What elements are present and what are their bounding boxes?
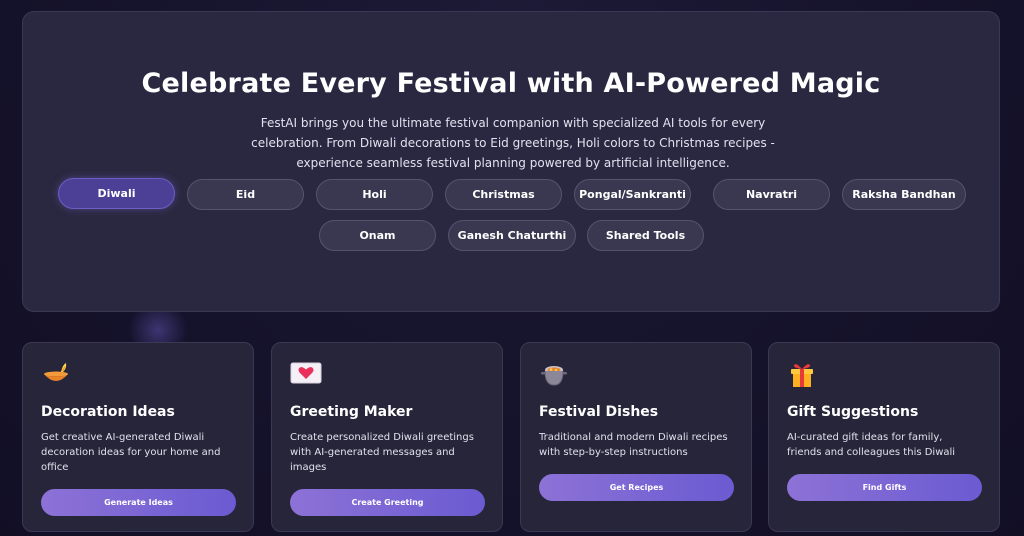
card-description-line: friends and colleagues this Diwali [787,447,956,458]
card-description: AI-curated gift ideas for family, friend… [787,430,985,460]
hero-title: Celebrate Every Festival with AI-Powered… [141,68,881,99]
tab-eid[interactable]: Eid [187,179,304,210]
create-greeting-button[interactable]: Create Greeting [290,489,485,516]
card-title: Decoration Ideas [41,404,175,420]
hero-description-line: FestAI brings you the ultimate festival … [260,116,766,130]
card-description-line: images [290,462,327,473]
gift-box-icon [787,361,819,391]
hero-description: FestAI brings you the ultimate festival … [228,113,798,173]
hero-description-line: celebration. From Diwali decorations to … [251,136,775,150]
card-description-line: with step-by-step instructions [539,447,688,458]
find-gifts-button[interactable]: Find Gifts [787,474,982,501]
tab-pongal-sankranti[interactable]: Pongal/Sankranti [574,179,691,210]
card-description-line: Get creative AI-generated Diwali [41,432,205,443]
card-title: Festival Dishes [539,404,659,420]
card-description: Create personalized Diwali greetings wit… [290,430,488,475]
feature-card-greeting-maker: Greeting Maker Create personalized Diwal… [271,342,503,532]
cooking-pot-icon [539,361,571,391]
hero-description-line: experience seamless festival planning po… [296,156,730,170]
tab-shared-tools[interactable]: Shared Tools [587,220,704,251]
feature-card-festival-dishes: Festival Dishes Traditional and modern D… [520,342,752,532]
card-description-line: Traditional and modern Diwali recipes [539,432,728,443]
feature-card-gift-suggestions: Gift Suggestions AI-curated gift ideas f… [768,342,1000,532]
tab-raksha-bandhan[interactable]: Raksha Bandhan [842,179,966,210]
diya-lamp-icon [41,361,73,391]
card-title: Greeting Maker [290,404,413,420]
get-recipes-button[interactable]: Get Recipes [539,474,734,501]
card-description-line: Create personalized Diwali greetings [290,432,474,443]
tab-onam[interactable]: Onam [319,220,436,251]
card-description-line: decoration ideas for your home and [41,447,221,458]
heart-greeting-card-icon [290,361,322,391]
feature-card-decoration-ideas: Decoration Ideas Get creative AI-generat… [22,342,254,532]
card-description: Get creative AI-generated Diwali decorat… [41,430,239,475]
generate-ideas-button[interactable]: Generate Ideas [41,489,236,516]
tab-ganesh-chaturthi[interactable]: Ganesh Chaturthi [448,220,576,251]
hero-panel: Celebrate Every Festival with AI-Powered… [22,11,1000,312]
card-description-line: AI-curated gift ideas for family, [787,432,943,443]
tab-christmas[interactable]: Christmas [445,179,562,210]
card-description-line: with AI-generated messages and [290,447,455,458]
card-title: Gift Suggestions [787,404,919,420]
card-description-line: office [41,462,69,473]
page: Celebrate Every Festival with AI-Powered… [0,0,1024,536]
card-description: Traditional and modern Diwali recipes wi… [539,430,737,460]
tab-navratri[interactable]: Navratri [713,179,830,210]
tab-diwali[interactable]: Diwali [58,178,175,209]
tab-holi[interactable]: Holi [316,179,433,210]
